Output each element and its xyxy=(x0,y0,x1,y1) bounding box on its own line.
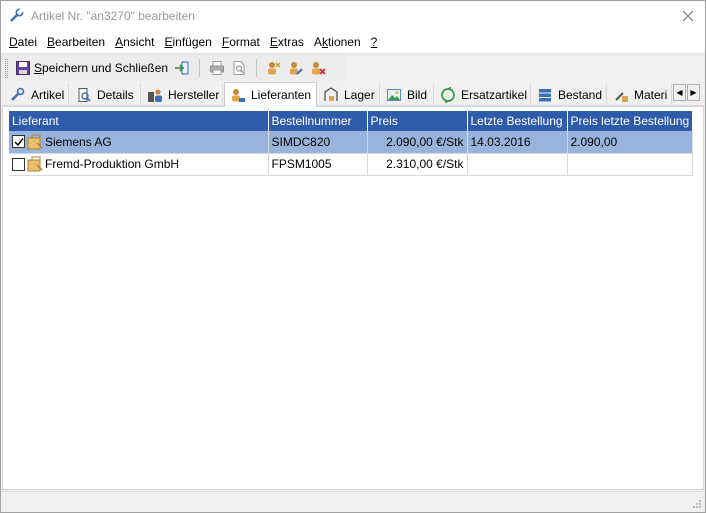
chevron-left-icon: ◀ xyxy=(676,88,683,97)
cell-preis[interactable]: 2.090,00 €/Stk xyxy=(367,131,468,154)
menu-einfuegen[interactable]: Einfügen xyxy=(159,32,216,52)
column-header-letzte-bestellung[interactable]: Letzte Bestellung xyxy=(467,111,568,131)
cell-preis-letzte-bestellung[interactable] xyxy=(567,153,694,176)
cell-bestellnummer[interactable]: SIMDC820 xyxy=(268,131,368,154)
column-header-preis-letzte-bestellung[interactable]: Preis letzte Bestellung xyxy=(567,111,694,131)
tab-lieferanten[interactable]: Lieferanten xyxy=(224,82,317,107)
wrench-icon xyxy=(10,8,24,22)
supplier-delete-icon xyxy=(312,62,326,75)
supplier-icon xyxy=(268,62,281,75)
menu-ansicht[interactable]: Ansicht xyxy=(110,32,159,52)
tab-strip: Artikel Details Hersteller Lieferanten L… xyxy=(1,82,705,107)
checkmark-icon xyxy=(13,137,24,146)
tab-hersteller[interactable]: Hersteller xyxy=(142,84,223,106)
supplier-delete-button[interactable] xyxy=(307,57,329,79)
menu-datei[interactable]: Datei xyxy=(4,32,42,52)
details-magnifier-icon xyxy=(78,88,91,102)
toolbar-separator xyxy=(199,59,201,77)
replacement-icon xyxy=(441,87,455,103)
table-row[interactable]: Siemens AG SIMDC820 2.090,00 €/Stk 14.03… xyxy=(9,131,694,154)
suppliers-grid: Lieferant Bestellnummer Preis Letzte Bes… xyxy=(9,111,694,176)
tab-ersatzartikel[interactable]: Ersatzartikel xyxy=(435,84,531,106)
cell-letzte-bestellung[interactable]: 14.03.2016 xyxy=(467,131,568,154)
title-bar: Artikel Nr. "an3270" bearbeiten xyxy=(1,1,705,32)
tab-scroll-left-button[interactable]: ◀ xyxy=(673,84,686,101)
suppliers-panel: Lieferant Bestellnummer Preis Letzte Bes… xyxy=(2,106,704,490)
toolbar-separator xyxy=(256,59,258,77)
column-header-preis[interactable]: Preis xyxy=(367,111,468,131)
grid-header-row: Lieferant Bestellnummer Preis Letzte Bes… xyxy=(9,111,694,131)
resize-grip-icon[interactable] xyxy=(692,499,702,509)
tab-artikel[interactable]: Artikel xyxy=(5,84,69,106)
table-row[interactable]: Fremd-Produktion GmbH FPSM1005 2.310,00 … xyxy=(9,153,694,176)
menu-help[interactable]: ? xyxy=(366,32,383,52)
supplier-icon xyxy=(232,89,245,102)
supplier-edit-button[interactable] xyxy=(285,57,307,79)
menu-bearbeiten[interactable]: Bearbeiten xyxy=(42,32,110,52)
material-icon xyxy=(615,92,628,102)
cell-letzte-bestellung[interactable] xyxy=(467,153,568,176)
cell-lieferant[interactable]: Siemens AG xyxy=(9,131,269,154)
column-header-lieferant[interactable]: Lieferant xyxy=(9,111,269,131)
status-bar xyxy=(1,491,705,512)
menu-format[interactable]: Format xyxy=(217,32,265,52)
image-icon xyxy=(387,89,401,101)
manufacturer-icon xyxy=(148,89,162,102)
save-icon xyxy=(16,61,30,75)
cell-preis-letzte-bestellung[interactable]: 2.090,00 xyxy=(567,131,694,154)
tab-scroll-right-button[interactable]: ▶ xyxy=(687,84,700,101)
tab-bild[interactable]: Bild xyxy=(381,84,434,106)
cell-bestellnummer[interactable]: FPSM1005 xyxy=(268,153,368,176)
supplier-add-button[interactable] xyxy=(263,57,285,79)
exit-button[interactable] xyxy=(171,57,193,79)
cell-preis[interactable]: 2.310,00 €/Stk xyxy=(367,153,468,176)
menu-aktionen[interactable]: Aktionen xyxy=(309,32,366,52)
cell-lieferant[interactable]: Fremd-Produktion GmbH xyxy=(9,153,269,176)
close-icon xyxy=(682,10,694,22)
tab-lager[interactable]: Lager xyxy=(318,84,380,106)
toolbar-empty-area xyxy=(347,54,705,81)
toolbar-grip[interactable] xyxy=(5,58,8,78)
tab-details[interactable]: Details xyxy=(71,84,141,106)
stock-icon xyxy=(539,89,551,102)
menu-extras[interactable]: Extras xyxy=(265,32,309,52)
warehouse-icon xyxy=(324,87,338,101)
print-preview-button[interactable] xyxy=(228,57,250,79)
supplier-icon xyxy=(27,156,43,172)
menu-bar: Datei Bearbeiten Ansicht Einfügen Format… xyxy=(1,32,705,52)
wrench-icon xyxy=(11,87,25,101)
window-title: Artikel Nr. "an3270" bearbeiten xyxy=(31,9,195,23)
print-preview-icon xyxy=(233,61,245,75)
chevron-right-icon: ▶ xyxy=(690,88,697,97)
toolbar: Speichern und Schließen xyxy=(1,54,347,81)
close-button[interactable] xyxy=(671,1,705,31)
printer-icon xyxy=(210,61,225,75)
supplier-edit-icon xyxy=(290,62,303,75)
tab-bestand[interactable]: Bestand xyxy=(532,84,607,106)
preferred-supplier-checkbox[interactable] xyxy=(12,135,25,149)
exit-door-icon xyxy=(175,61,189,75)
supplier-icon xyxy=(27,134,43,150)
preferred-supplier-checkbox[interactable] xyxy=(12,157,25,171)
edit-article-window: Artikel Nr. "an3270" bearbeiten Datei Be… xyxy=(0,0,706,513)
column-header-bestellnummer[interactable]: Bestellnummer xyxy=(268,111,368,131)
tab-material[interactable]: Materi xyxy=(608,84,672,106)
save-and-close-button[interactable]: Speichern und Schließen xyxy=(12,57,171,79)
print-button[interactable] xyxy=(206,57,228,79)
